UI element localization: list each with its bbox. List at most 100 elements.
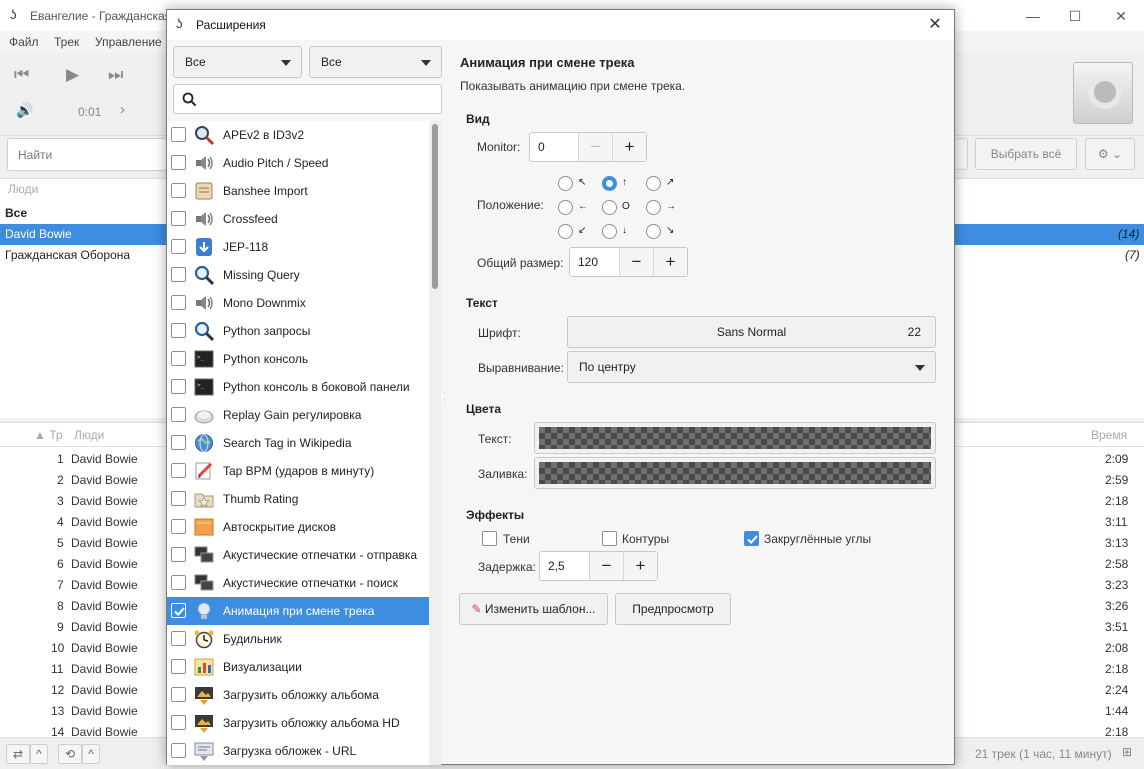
- pane-resize-handle[interactable]: · · ·: [443, 389, 446, 410]
- extension-checkbox[interactable]: [171, 407, 186, 422]
- close-icon[interactable]: ✕: [924, 14, 946, 36]
- extension-row[interactable]: APEv2 в ID3v2: [167, 121, 429, 149]
- extension-row[interactable]: Tap BPM (ударов в минуту): [167, 457, 429, 485]
- extension-row[interactable]: Визуализации: [167, 653, 429, 681]
- extension-checkbox[interactable]: [171, 575, 186, 590]
- extension-row[interactable]: Загрузить обложку альбома HD: [167, 709, 429, 737]
- extension-row[interactable]: Missing Query: [167, 261, 429, 289]
- maximize-icon[interactable]: ☐: [1065, 6, 1085, 26]
- extension-checkbox[interactable]: [171, 687, 186, 702]
- size-increment-button[interactable]: +: [653, 248, 687, 276]
- extension-checkbox[interactable]: [171, 659, 186, 674]
- extension-checkbox[interactable]: [171, 547, 186, 562]
- menu-track[interactable]: Трек: [54, 35, 79, 49]
- extension-row[interactable]: Акустические отпечатки - отправка: [167, 541, 429, 569]
- extension-row[interactable]: Mono Downmix: [167, 289, 429, 317]
- volume-icon[interactable]: 🔊: [16, 102, 33, 119]
- extension-row[interactable]: >_ Python консоль в боковой панели: [167, 373, 429, 401]
- extension-checkbox[interactable]: [171, 323, 186, 338]
- position-radio[interactable]: [602, 200, 617, 215]
- extension-checkbox[interactable]: [171, 603, 186, 618]
- repeat-button[interactable]: ⟲: [58, 744, 82, 764]
- scrollbar-thumb[interactable]: [432, 124, 438, 289]
- font-chooser-button[interactable]: Sans Normal 22: [567, 316, 936, 348]
- minimize-icon[interactable]: —: [1023, 6, 1043, 26]
- sort-ascending-icon[interactable]: ▲ Тр: [34, 428, 63, 442]
- close-icon[interactable]: ✕: [1111, 6, 1131, 26]
- extension-row[interactable]: Thumb Rating: [167, 485, 429, 513]
- monitor-increment-button[interactable]: +: [612, 133, 646, 161]
- extension-row[interactable]: Загрузка обложек - URL: [167, 737, 429, 765]
- shuffle-menu-button[interactable]: ^: [30, 744, 48, 764]
- position-radio[interactable]: [558, 200, 573, 215]
- outlines-checkbox[interactable]: [602, 531, 617, 546]
- extension-checkbox[interactable]: [171, 155, 186, 170]
- extension-checkbox[interactable]: [171, 295, 186, 310]
- monitor-decrement-button[interactable]: −: [578, 133, 612, 161]
- extension-row[interactable]: Audio Pitch / Speed: [167, 149, 429, 177]
- shuffle-button[interactable]: ⇄: [6, 744, 30, 764]
- next-icon[interactable]: ⏭: [108, 65, 123, 85]
- position-radio[interactable]: [602, 224, 617, 239]
- menu-control[interactable]: Управление: [95, 35, 162, 49]
- extension-row[interactable]: Crossfeed: [167, 205, 429, 233]
- menu-file[interactable]: Файл: [9, 35, 39, 49]
- category-filter-select[interactable]: Все: [173, 46, 302, 78]
- extension-list-scrollbar[interactable]: [429, 121, 441, 765]
- extension-checkbox[interactable]: [171, 463, 186, 478]
- extension-row[interactable]: JEP-118: [167, 233, 429, 261]
- extension-checkbox[interactable]: [171, 631, 186, 646]
- toolbar-button-partial[interactable]: [955, 138, 968, 170]
- extension-row[interactable]: Загрузить обложку альбома: [167, 681, 429, 709]
- extension-checkbox[interactable]: [171, 379, 186, 394]
- delay-decrement-button[interactable]: −: [589, 552, 623, 580]
- extension-row[interactable]: Автоскрытие дисков: [167, 513, 429, 541]
- track-column-header[interactable]: Тр: [49, 428, 62, 442]
- position-radio[interactable]: [646, 200, 661, 215]
- shadows-checkbox[interactable]: [482, 531, 497, 546]
- extension-checkbox[interactable]: [171, 267, 186, 282]
- extension-checkbox[interactable]: [171, 183, 186, 198]
- extension-row[interactable]: >_ Python консоль: [167, 345, 429, 373]
- position-radio[interactable]: [646, 176, 661, 191]
- extension-row[interactable]: Акустические отпечатки - поиск: [167, 569, 429, 597]
- extension-checkbox[interactable]: [171, 127, 186, 142]
- extension-search-input[interactable]: [202, 90, 432, 108]
- main-search-input[interactable]: Найти: [7, 138, 167, 171]
- extension-checkbox[interactable]: [171, 715, 186, 730]
- position-radio[interactable]: [602, 176, 617, 191]
- size-decrement-button[interactable]: −: [619, 248, 653, 276]
- extension-row[interactable]: Python запросы: [167, 317, 429, 345]
- extension-checkbox[interactable]: [171, 239, 186, 254]
- previous-icon[interactable]: ⏮: [14, 65, 29, 85]
- extension-row[interactable]: Будильник: [167, 625, 429, 653]
- extension-search[interactable]: [173, 84, 442, 114]
- extension-row[interactable]: Banshee Import: [167, 177, 429, 205]
- rounded-corners-checkbox[interactable]: [744, 531, 759, 546]
- extension-checkbox[interactable]: [171, 491, 186, 506]
- extension-checkbox[interactable]: [171, 211, 186, 226]
- edit-template-button[interactable]: ✎ Изменить шаблон...: [459, 593, 608, 625]
- chevron-right-icon[interactable]: ›: [120, 101, 125, 118]
- repeat-menu-button[interactable]: ^: [82, 744, 100, 764]
- monitor-stepper[interactable]: 0 − +: [529, 132, 647, 162]
- fill-color-button[interactable]: [534, 457, 936, 489]
- alignment-select[interactable]: По центру: [567, 351, 936, 383]
- extension-row[interactable]: Replay Gain регулировка: [167, 401, 429, 429]
- text-color-button[interactable]: [534, 422, 936, 454]
- extension-checkbox[interactable]: [171, 519, 186, 534]
- play-icon[interactable]: ▶: [66, 65, 79, 85]
- extension-row[interactable]: Search Tag in Wikipedia: [167, 429, 429, 457]
- extension-checkbox[interactable]: [171, 743, 186, 758]
- extension-checkbox[interactable]: [171, 351, 186, 366]
- delay-increment-button[interactable]: +: [623, 552, 657, 580]
- time-column-header[interactable]: Время: [1091, 428, 1127, 442]
- settings-menu-button[interactable]: ⚙ ⌄: [1085, 138, 1135, 170]
- sidebar-toggle-icon[interactable]: ⊞: [1122, 745, 1132, 759]
- select-all-button[interactable]: Выбрать всё: [975, 138, 1077, 170]
- size-stepper[interactable]: 120 − +: [569, 247, 688, 277]
- delay-stepper[interactable]: 2,5 − +: [539, 551, 658, 581]
- position-radio[interactable]: [558, 224, 573, 239]
- position-radio[interactable]: [646, 224, 661, 239]
- preview-button[interactable]: Предпросмотр: [615, 593, 731, 625]
